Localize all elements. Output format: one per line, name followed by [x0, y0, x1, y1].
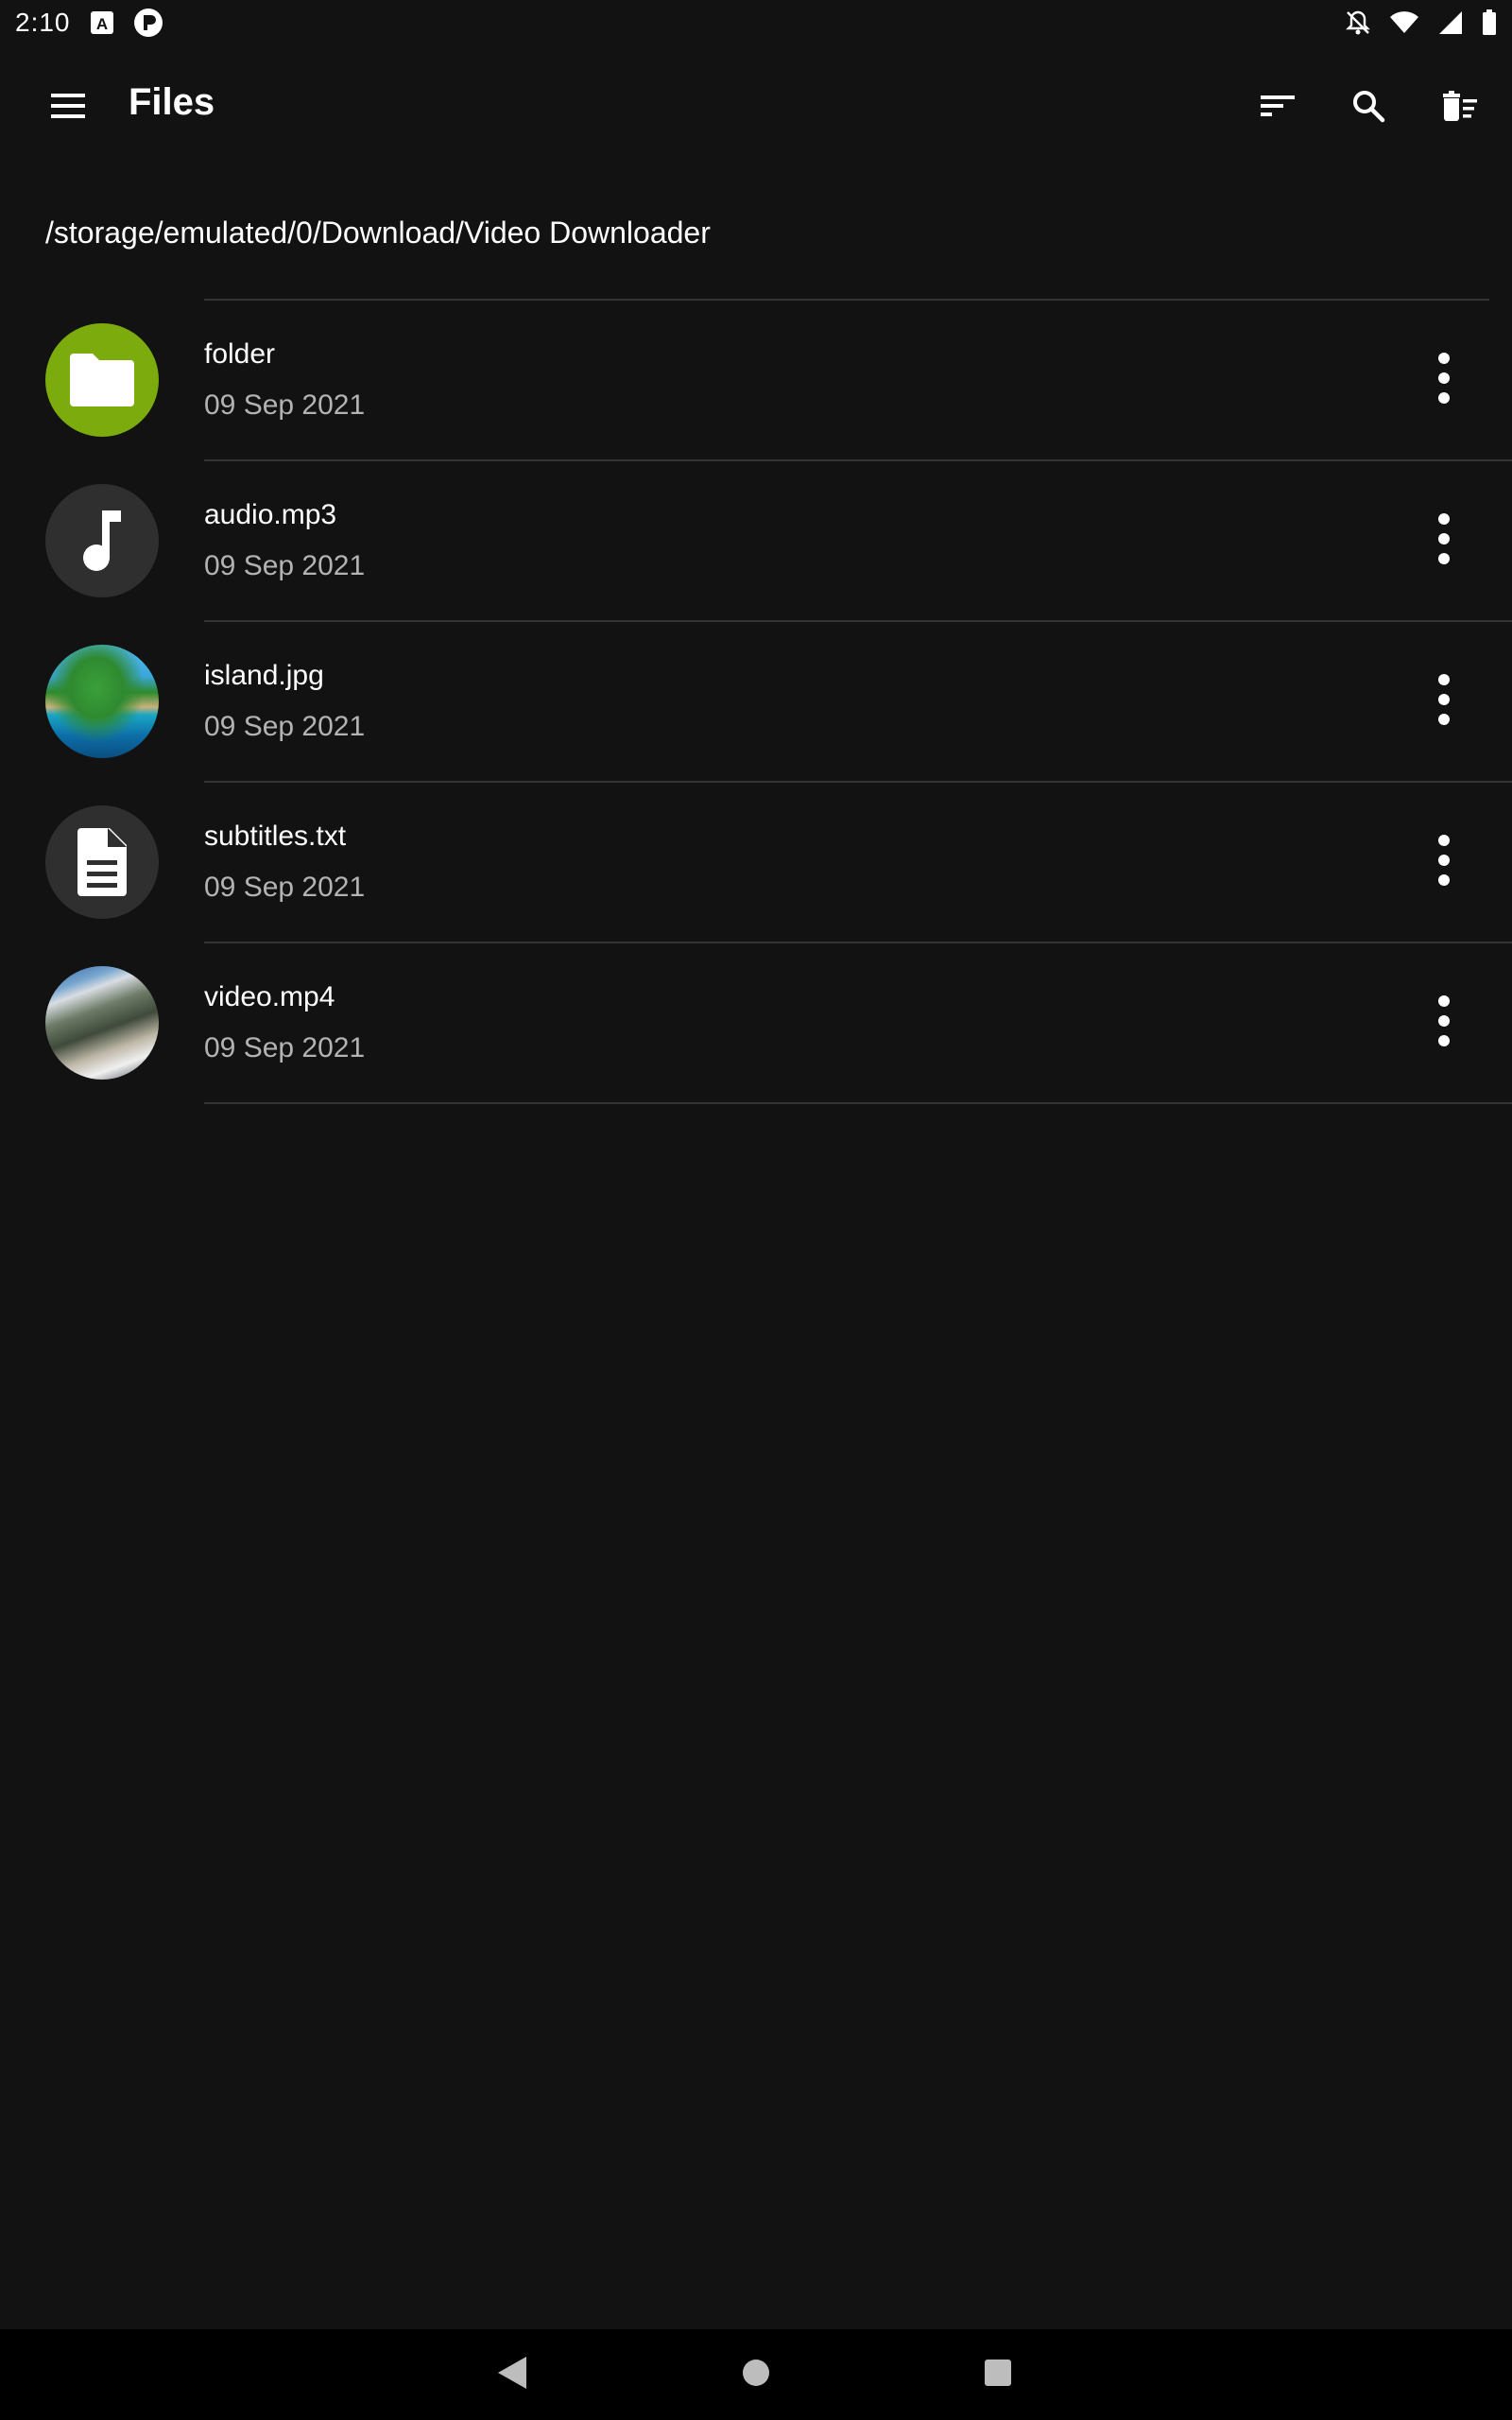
delete-button[interactable]	[1429, 78, 1489, 138]
page-title: Files	[129, 81, 215, 123]
search-button[interactable]	[1338, 78, 1399, 138]
search-icon	[1350, 88, 1386, 129]
status-time: 2:10	[15, 8, 71, 37]
system-nav-bar	[0, 2329, 1512, 2420]
more-vert-icon	[1437, 352, 1451, 409]
more-options-button[interactable]	[1414, 832, 1474, 892]
font-a-icon: A	[90, 10, 114, 35]
file-name: audio.mp3	[204, 499, 337, 530]
video-thumbnail	[45, 966, 159, 1080]
list-item[interactable]: subtitles.txt 09 Sep 2021	[0, 783, 1512, 943]
file-date: 09 Sep 2021	[204, 1032, 366, 1063]
notifications-off-icon	[1346, 9, 1370, 36]
recents-button[interactable]	[971, 2348, 1024, 2401]
app-bar-actions	[1247, 78, 1489, 138]
file-date: 09 Sep 2021	[204, 711, 366, 742]
more-options-button[interactable]	[1414, 350, 1474, 410]
wifi-icon	[1389, 10, 1419, 35]
image-thumbnail	[45, 645, 159, 758]
document-icon	[45, 805, 159, 919]
list-item[interactable]: audio.mp3 09 Sep 2021	[0, 461, 1512, 622]
svg-text:A: A	[95, 15, 107, 33]
status-bar: 2:10 A	[0, 0, 1512, 45]
file-date: 09 Sep 2021	[204, 872, 366, 903]
status-left: 2:10 A	[15, 8, 163, 38]
more-options-button[interactable]	[1414, 510, 1474, 571]
more-options-button[interactable]	[1414, 671, 1474, 732]
more-vert-icon	[1437, 673, 1451, 731]
more-vert-icon	[1437, 834, 1451, 891]
status-right	[1346, 9, 1497, 36]
list-item[interactable]: island.jpg 09 Sep 2021	[0, 622, 1512, 783]
file-date: 09 Sep 2021	[204, 389, 366, 421]
home-circle-icon	[742, 2359, 770, 2392]
recents-square-icon	[984, 2359, 1012, 2392]
list-item[interactable]: folder 09 Sep 2021	[0, 301, 1512, 461]
file-name: folder	[204, 338, 276, 370]
back-triangle-icon	[496, 2355, 528, 2395]
more-vert-icon	[1437, 512, 1451, 570]
file-name: video.mp4	[204, 981, 335, 1012]
more-vert-icon	[1437, 994, 1451, 1052]
hamburger-menu-icon	[49, 92, 87, 125]
battery-icon	[1482, 9, 1497, 36]
menu-button[interactable]	[38, 78, 98, 138]
sort-button[interactable]	[1247, 78, 1308, 138]
more-options-button[interactable]	[1414, 993, 1474, 1053]
home-button[interactable]	[730, 2348, 782, 2401]
current-path: /storage/emulated/0/Download/Video Downl…	[45, 216, 711, 250]
file-name: subtitles.txt	[204, 821, 347, 852]
file-list: folder 09 Sep 2021 audio.mp3 09 Sep 2021…	[0, 299, 1512, 1104]
music-note-icon	[45, 484, 159, 597]
list-item[interactable]: video.mp4 09 Sep 2021	[0, 943, 1512, 1104]
signal-icon	[1438, 10, 1463, 35]
top-app-bar: Files	[0, 45, 1512, 168]
file-date: 09 Sep 2021	[204, 550, 366, 581]
app-notification-icon	[133, 8, 163, 38]
sort-icon	[1259, 92, 1297, 125]
back-button[interactable]	[486, 2348, 539, 2401]
file-name: island.jpg	[204, 660, 324, 691]
folder-icon	[45, 323, 159, 437]
delete-sweep-icon	[1439, 89, 1479, 128]
